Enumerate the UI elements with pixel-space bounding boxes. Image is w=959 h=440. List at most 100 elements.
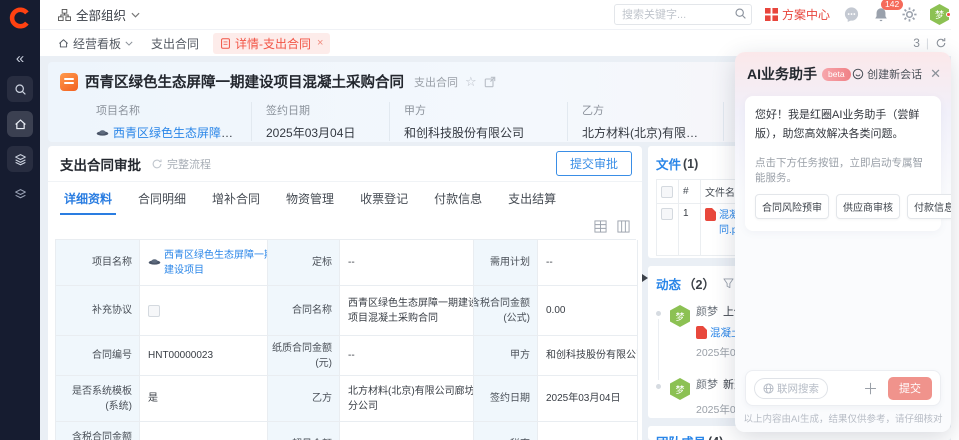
- field-label: 签约日期: [474, 376, 538, 422]
- sidebar-search-icon[interactable]: [7, 76, 33, 102]
- global-search-input[interactable]: [614, 4, 752, 25]
- panel-collapse-toggle-icon[interactable]: [642, 274, 652, 282]
- files-count: (1): [683, 157, 698, 171]
- tab-label: 详情-支出合同: [235, 35, 311, 52]
- tab-dashboard[interactable]: 经营看板: [58, 35, 133, 52]
- field-value: 0.00: [538, 286, 638, 336]
- activity-title: 动态: [656, 274, 681, 293]
- tab-contract-items[interactable]: 合同明细: [138, 183, 186, 215]
- tab-detail-info[interactable]: 详细资料: [64, 183, 112, 215]
- document-icon: [220, 38, 231, 49]
- tab-settlement[interactable]: 支出结算: [508, 183, 556, 215]
- notifications-button[interactable]: 142: [873, 6, 889, 23]
- columns-view-icon[interactable]: [617, 220, 630, 233]
- action-contract-risk-review[interactable]: 合同风险预审: [755, 194, 829, 219]
- project-link[interactable]: 西青区绿色生态屏障一期 建设项目: [164, 248, 268, 278]
- filter-icon[interactable]: [723, 278, 734, 289]
- user-avatar[interactable]: 梦: [930, 4, 949, 25]
- detail-tabs: 详细资料 合同明细 增补合同 物资管理 收票登记 付款信息 支出结算: [48, 182, 642, 216]
- submit-approval-button[interactable]: 提交审批: [556, 151, 632, 176]
- party-a-link[interactable]: 和创科技股份有限公司: [538, 336, 638, 376]
- search-icon[interactable]: [734, 7, 747, 23]
- field-value: --: [538, 240, 638, 286]
- web-search-label: 联网搜索: [777, 381, 819, 396]
- sidebar-modules-icon[interactable]: [7, 146, 33, 172]
- activity-user[interactable]: 颜梦: [696, 306, 718, 318]
- close-icon[interactable]: ✕: [930, 66, 941, 82]
- page-title: 西青区绿色生态屏障一期建设项目混凝土采购合同: [85, 71, 404, 92]
- avatar: 梦: [670, 378, 690, 400]
- table-view-icon[interactable]: [594, 220, 607, 233]
- field-label: 补充协议: [56, 286, 140, 336]
- sidebar-apps-icon[interactable]: [7, 181, 33, 207]
- flow-icon: [151, 158, 163, 170]
- settings-button[interactable]: [902, 7, 917, 22]
- beta-badge: beta: [822, 68, 851, 81]
- messages-button[interactable]: [843, 6, 860, 23]
- action-supplier-audit[interactable]: 供应商审核: [836, 194, 900, 219]
- full-flow-link[interactable]: 完整流程: [151, 156, 211, 172]
- team-count: (4): [708, 435, 723, 440]
- field-label: 乙方: [268, 376, 340, 422]
- header-field-party-a: 甲方 和创科技股份有限公司: [404, 102, 568, 141]
- field-value: 3.00%: [538, 422, 638, 440]
- divider: |: [926, 36, 929, 50]
- tab-invoice[interactable]: 收票登记: [360, 183, 408, 215]
- globe-icon: [763, 383, 774, 394]
- ai-input-bar[interactable]: 联网搜索 ＋ 提交: [745, 370, 941, 406]
- web-search-toggle[interactable]: 联网搜索: [754, 378, 828, 399]
- full-flow-label: 完整流程: [167, 156, 211, 172]
- chevron-down-icon: [131, 12, 140, 18]
- field-label: 合同名称: [268, 286, 340, 336]
- row-checkbox[interactable]: [661, 208, 673, 220]
- field-label: 含税合同金额 (公式): [474, 286, 538, 336]
- party-b-link[interactable]: 北方材料(北京)有限公司廊坊 分公司: [340, 376, 474, 422]
- avatar: 梦: [670, 305, 690, 327]
- tab-expense-contract[interactable]: 支出合同: [151, 35, 199, 52]
- tab-materials[interactable]: 物资管理: [286, 183, 334, 215]
- party-b-link[interactable]: 北方材料(北京)有限公司廊坊分公司: [582, 124, 709, 141]
- field-value: 西青区绿色生态屏障一期建设 项目混凝土采购合同: [340, 286, 474, 336]
- org-switcher[interactable]: 全部组织: [58, 5, 140, 24]
- field-value: 500,000.00: [140, 422, 268, 440]
- action-payment-info-check[interactable]: 付款信息比对: [907, 194, 951, 219]
- sidebar-collapse-icon[interactable]: «: [0, 50, 40, 67]
- tab-contract-detail[interactable]: 详情-支出合同 ×: [213, 33, 330, 54]
- ai-hint: 点击下方任务按钮，立即启动专属智能服务。: [755, 155, 931, 185]
- activity-user[interactable]: 颜梦: [696, 379, 718, 391]
- ai-submit-button[interactable]: 提交: [888, 377, 932, 400]
- refresh-icon[interactable]: [935, 37, 947, 49]
- project-link[interactable]: 西青区绿色生态屏障一期建设项目: [113, 126, 237, 140]
- add-attachment-icon[interactable]: ＋: [863, 378, 878, 399]
- project-icon: [148, 258, 161, 267]
- tab-supplement[interactable]: 增补合同: [212, 183, 260, 215]
- gear-icon: [902, 7, 917, 22]
- field-label: 定标: [268, 240, 340, 286]
- org-tree-icon: [58, 9, 71, 21]
- header-field-project: 项目名称 西青区绿色生态屏障一期建设项目: [96, 102, 252, 141]
- timeline-line: [658, 319, 659, 380]
- field-value: 0: [340, 422, 474, 440]
- team-title: 团队成员: [656, 432, 706, 440]
- solution-grid-icon: [765, 8, 778, 21]
- new-session-button[interactable]: 创建新会话: [852, 66, 922, 82]
- favorite-star-icon[interactable]: ☆: [465, 74, 477, 90]
- party-a-link[interactable]: 和创科技股份有限公司: [404, 124, 553, 141]
- select-all-checkbox[interactable]: [661, 186, 673, 198]
- supplement-checkbox[interactable]: [148, 305, 160, 317]
- notification-badge: 142: [881, 0, 903, 10]
- project-icon: [96, 129, 109, 138]
- field-value: --: [340, 240, 474, 286]
- solution-center-button[interactable]: 方案中心: [765, 6, 830, 23]
- files-title: 文件: [656, 154, 681, 173]
- tab-payment[interactable]: 付款信息: [434, 183, 482, 215]
- sidebar: «: [0, 0, 40, 440]
- activity-count: （2）: [683, 274, 715, 293]
- field-label: 乙方: [582, 102, 709, 118]
- file-row-num: 1: [679, 204, 701, 256]
- close-tab-icon[interactable]: ×: [317, 37, 323, 49]
- new-session-label: 创建新会话: [867, 66, 922, 82]
- detail-table: 项目名称 西青区绿色生态屏障一期 建设项目 定标 -- 需用计划 -- 补充协议…: [55, 239, 636, 440]
- external-link-icon[interactable]: [484, 76, 496, 88]
- sidebar-home-icon[interactable]: [7, 111, 33, 137]
